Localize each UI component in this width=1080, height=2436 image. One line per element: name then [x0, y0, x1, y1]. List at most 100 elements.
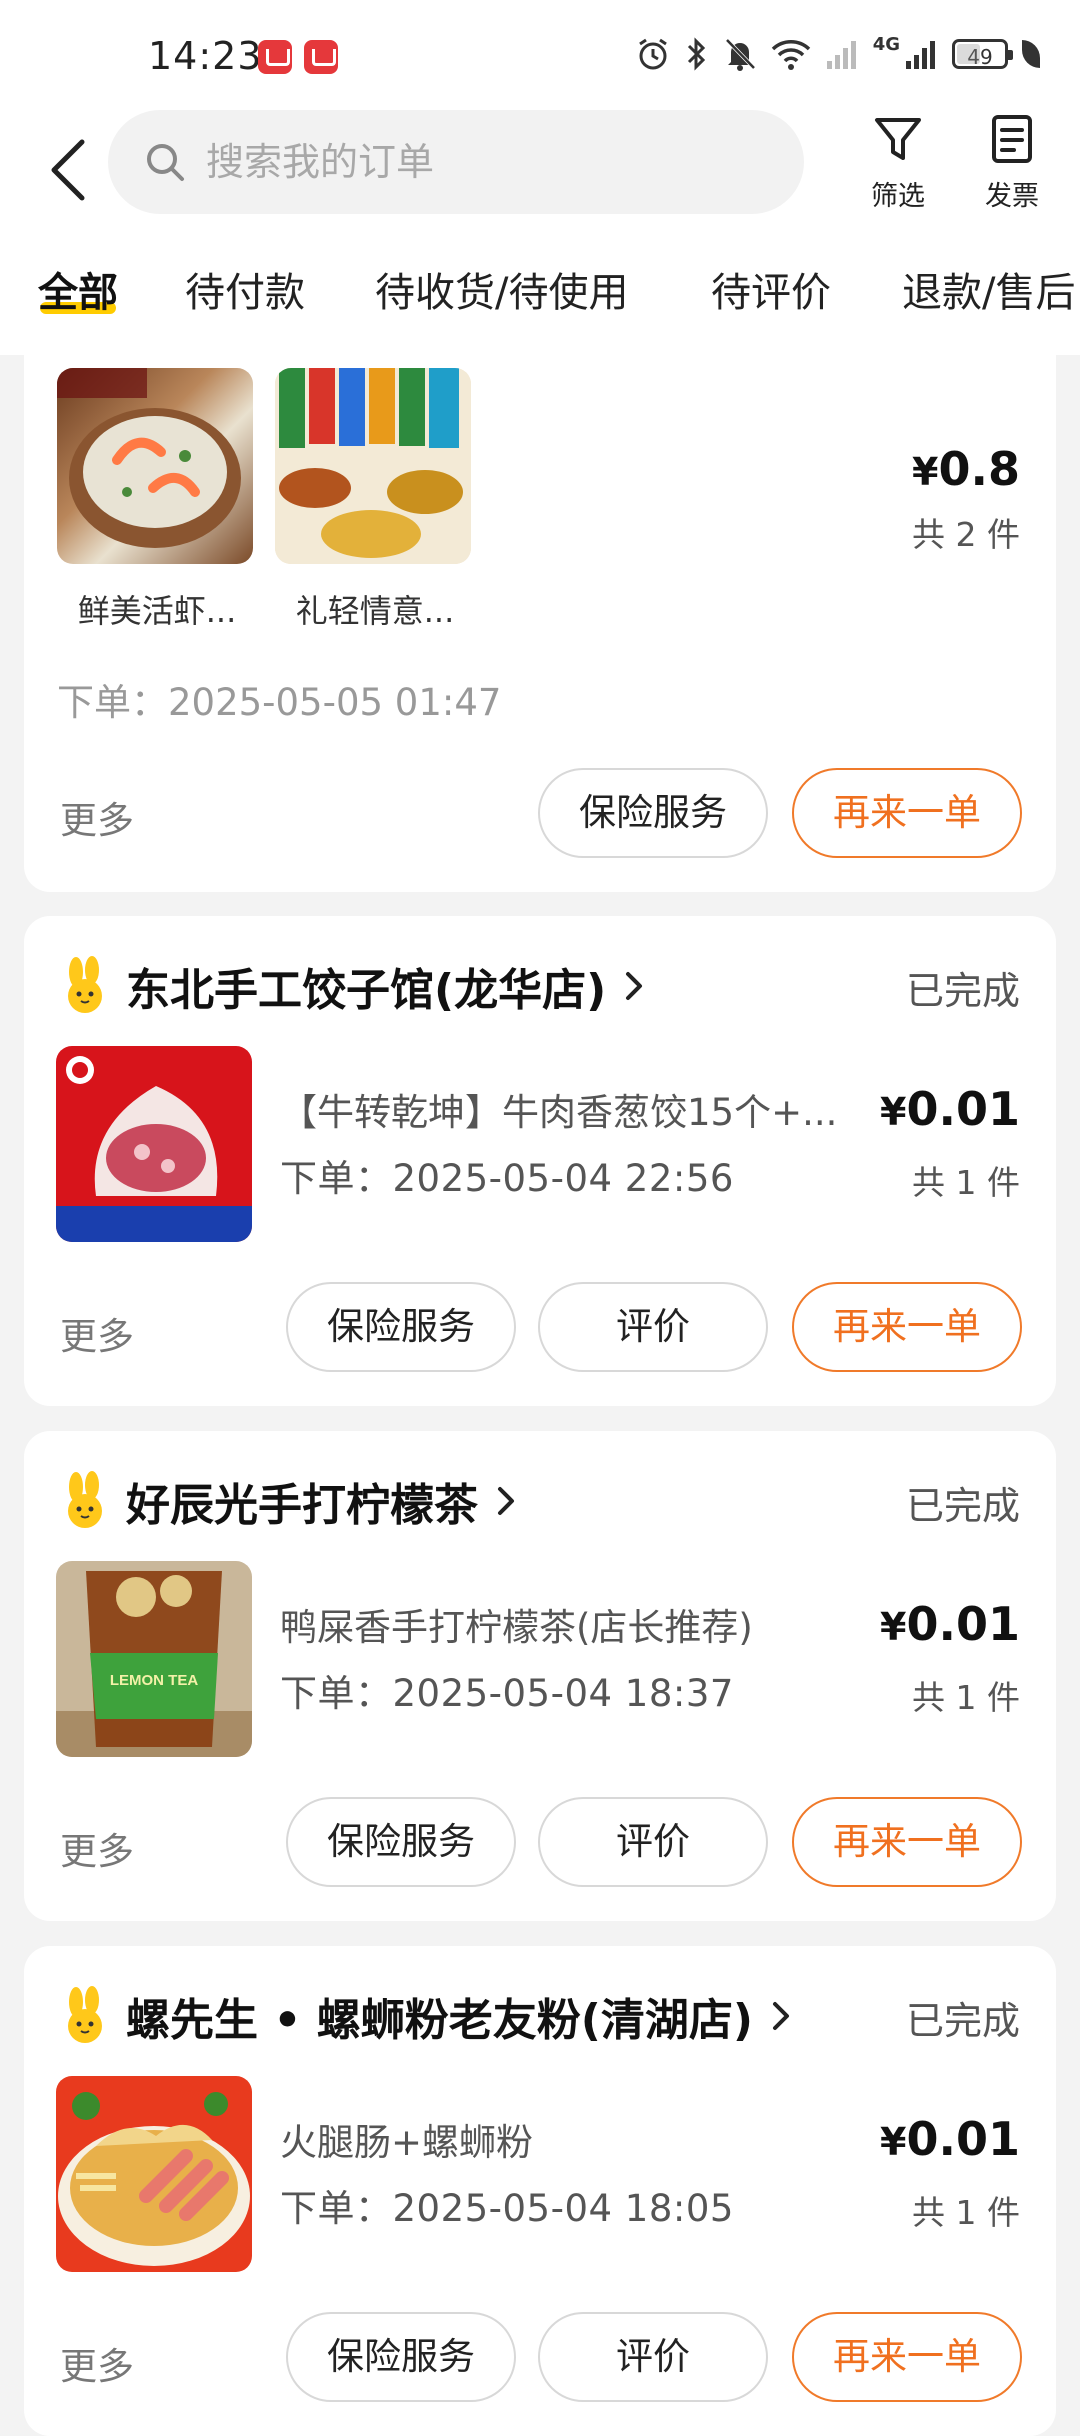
lemon-tea-image: LEMON TEA — [56, 1561, 252, 1757]
order-time: 下单：2025-05-04 22:56 — [280, 1157, 734, 1200]
order-time: 下单：2025-05-05 01:47 — [57, 681, 502, 724]
product-image[interactable]: LEMON TEA — [56, 1561, 252, 1757]
item-count: 共 1 件 — [912, 1163, 1020, 1202]
wifi-icon — [771, 40, 810, 70]
invoice-icon — [992, 115, 1032, 163]
review-button[interactable]: 评价 — [538, 1282, 768, 1372]
signal-empty-icon — [826, 41, 856, 69]
shop-header[interactable]: 好辰光手打柠檬茶 — [60, 1469, 516, 1533]
tab-refund[interactable]: 退款/售后 — [902, 260, 1075, 318]
shop-bunny-icon — [68, 1471, 102, 1528]
mute-icon — [725, 38, 756, 71]
product-thumbnail[interactable] — [57, 368, 253, 564]
more-button[interactable]: 更多 — [60, 1306, 134, 1360]
invoice-label: 发票 — [985, 181, 1039, 212]
more-button[interactable]: 更多 — [60, 1821, 134, 1875]
bluetooth-icon — [687, 37, 705, 71]
order-price: ¥0.8 — [912, 442, 1020, 496]
status-icons: 4G 49 — [635, 33, 1040, 72]
order-card[interactable]: 鲜美活虾... 礼轻情意... ¥0.8 共 2 件 下单：2025-05-05… — [24, 330, 1056, 892]
filter-label: 筛选 — [871, 181, 925, 212]
order-price: ¥0.01 — [880, 2112, 1020, 2166]
order-card[interactable]: 东北手工饺子馆(龙华店) 已完成 【牛转乾坤】牛肉香葱饺15个+... 下单：2… — [24, 916, 1056, 1406]
shop-header[interactable]: 东北手工饺子馆(龙华店) — [60, 954, 644, 1018]
order-status: 已完成 — [905, 969, 1020, 1013]
shop-name: 好辰光手打柠檬茶 — [126, 1480, 478, 1531]
order-price: ¥0.01 — [880, 1082, 1020, 1136]
filter-button[interactable]: 筛选 — [856, 112, 940, 213]
snack-pack-image — [275, 368, 471, 564]
order-price: ¥0.01 — [880, 1597, 1020, 1651]
product-title: 【牛转乾坤】牛肉香葱饺15个+... — [280, 1091, 838, 1134]
cup-label: LEMON TEA — [110, 1672, 198, 1689]
reorder-button[interactable]: 再来一单 — [792, 1797, 1022, 1887]
tab-pending-review[interactable]: 待评价 — [711, 260, 831, 318]
item-count: 共 2 件 — [912, 515, 1020, 554]
insurance-service-button[interactable]: 保险服务 — [286, 1797, 516, 1887]
shop-bunny-icon — [68, 1986, 102, 2043]
notification-app-icon — [304, 40, 338, 74]
reorder-button[interactable]: 再来一单 — [792, 2312, 1022, 2402]
battery-level: 49 — [967, 45, 993, 69]
reorder-button[interactable]: 再来一单 — [792, 768, 1022, 858]
item-count: 共 1 件 — [912, 2193, 1020, 2232]
price-value: 0.01 — [906, 1597, 1021, 1651]
review-button[interactable]: 评价 — [538, 2312, 768, 2402]
shop-name: 东北手工饺子馆(龙华店) — [126, 965, 607, 1016]
filter-funnel-icon — [875, 118, 921, 160]
search-input[interactable] — [204, 139, 728, 185]
shop-header[interactable]: 螺先生 • 螺蛳粉老友粉(清湖店) — [60, 1984, 791, 2048]
price-value: 0.01 — [906, 2112, 1021, 2166]
notification-app-icon — [258, 40, 292, 74]
alarm-icon — [638, 38, 667, 70]
nav-row: 筛选 发票 — [0, 100, 1080, 240]
dumpling-image — [56, 1046, 252, 1242]
back-button[interactable] — [40, 128, 100, 212]
chevron-right-icon — [772, 2002, 789, 2030]
shop-name: 螺先生 • 螺蛳粉老友粉(清湖店) — [126, 1995, 753, 2046]
status-time: 14:23 — [148, 34, 263, 78]
search-box[interactable] — [108, 110, 804, 214]
power-saving-icon — [1022, 40, 1040, 68]
product-image[interactable] — [56, 1046, 252, 1242]
product-caption: 礼轻情意... — [295, 592, 455, 630]
back-arrow-icon — [51, 139, 85, 201]
tab-pending-payment[interactable]: 待付款 — [185, 260, 305, 318]
review-button[interactable]: 评价 — [538, 1797, 768, 1887]
more-button[interactable]: 更多 — [60, 790, 134, 844]
product-title: 鸭屎香手打柠檬茶(店长推荐) — [280, 1606, 753, 1649]
snail-noodle-image — [56, 2076, 252, 2272]
header: 14:23 4G 49 筛选 发票 — [0, 0, 1080, 355]
product-thumbnail[interactable] — [275, 368, 471, 564]
invoice-button[interactable]: 发票 — [970, 112, 1054, 213]
insurance-service-button[interactable]: 保险服务 — [538, 768, 768, 858]
price-currency: ¥ — [880, 2120, 907, 2164]
shop-bunny-icon — [68, 956, 102, 1013]
reorder-button[interactable]: 再来一单 — [792, 1282, 1022, 1372]
order-status: 已完成 — [905, 1999, 1020, 2043]
price-currency: ¥ — [880, 1090, 907, 1134]
order-card[interactable]: 螺先生 • 螺蛳粉老友粉(清湖店) 已完成 火腿肠+螺蛳粉 下单：2025-05… — [24, 1946, 1056, 2436]
signal-icon — [906, 41, 935, 69]
product-caption: 鲜美活虾... — [77, 592, 237, 630]
insurance-service-button[interactable]: 保险服务 — [286, 2312, 516, 2402]
order-tabs: 全部 待付款 待收货/待使用 待评价 退款/售后 — [0, 250, 1080, 350]
order-time: 下单：2025-05-04 18:37 — [280, 1672, 734, 1715]
price-currency: ¥ — [912, 450, 939, 494]
more-button[interactable]: 更多 — [60, 2336, 134, 2390]
network-type-label: 4G — [872, 33, 900, 55]
price-value: 0.01 — [906, 1082, 1021, 1136]
price-value: 0.8 — [938, 442, 1021, 496]
tab-pending-receipt[interactable]: 待收货/待使用 — [375, 260, 628, 318]
order-card[interactable]: 好辰光手打柠檬茶 已完成 LEMON TEA 鸭屎香手打柠檬茶(店长推荐) 下单… — [24, 1431, 1056, 1921]
chevron-right-icon — [626, 972, 643, 1000]
tab-all[interactable]: 全部 — [38, 260, 118, 318]
order-status: 已完成 — [905, 1484, 1020, 1528]
chevron-right-icon — [498, 1487, 514, 1515]
search-icon — [147, 144, 184, 181]
price-currency: ¥ — [880, 1605, 907, 1649]
product-title: 火腿肠+螺蛳粉 — [280, 2121, 534, 2164]
product-image[interactable] — [56, 2076, 252, 2272]
battery-icon: 49 — [952, 39, 1013, 69]
insurance-service-button[interactable]: 保险服务 — [286, 1282, 516, 1372]
